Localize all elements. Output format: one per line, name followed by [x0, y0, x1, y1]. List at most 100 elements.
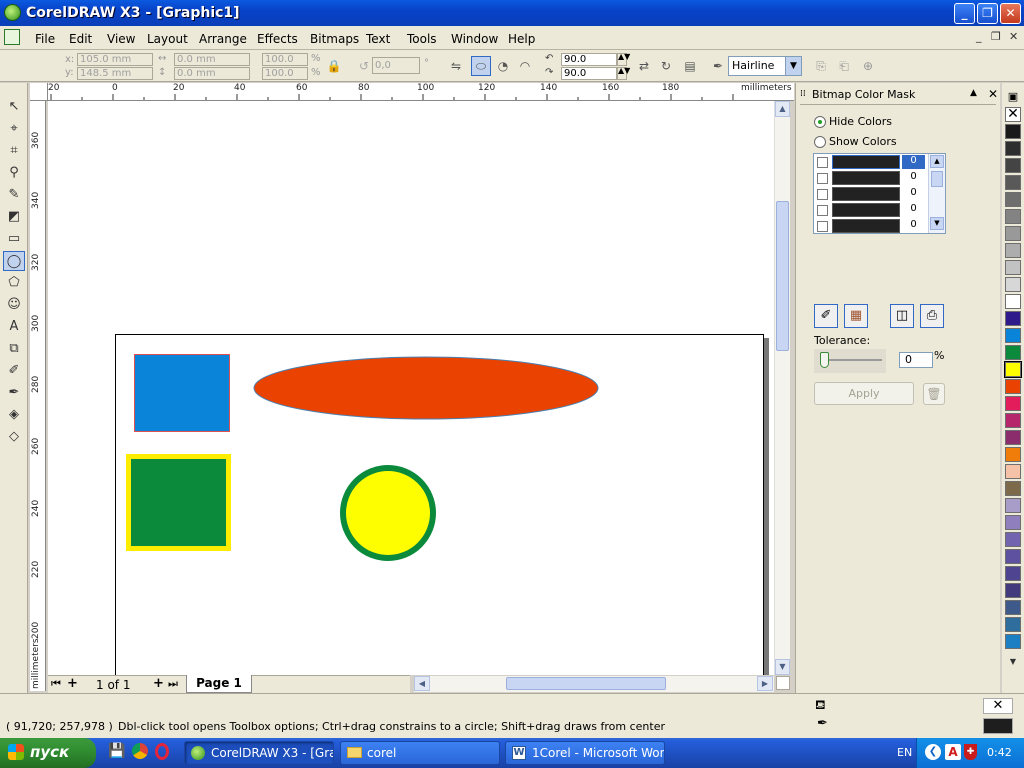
no-fill-indicator[interactable]: ✕: [983, 698, 1013, 714]
yellow-circle[interactable]: [338, 463, 438, 563]
tolerance-input[interactable]: 0: [899, 352, 933, 368]
end-angle-spinner[interactable]: ▲▼: [617, 67, 630, 80]
tolerance-slider[interactable]: [814, 349, 886, 373]
pie-mode-icon[interactable]: ◔: [493, 56, 513, 76]
palette-swatch[interactable]: [1005, 430, 1021, 445]
close-button[interactable]: ✕: [1000, 3, 1021, 24]
chrome-icon[interactable]: [132, 743, 148, 759]
palette-swatch[interactable]: [1005, 379, 1021, 394]
polygon-tool-icon[interactable]: ⬠: [3, 273, 25, 293]
menu-edit[interactable]: Edit: [69, 32, 92, 46]
task-folder-corel[interactable]: corel: [340, 741, 500, 765]
list-scroll-thumb[interactable]: [931, 171, 943, 187]
palette-swatch[interactable]: [1005, 617, 1021, 632]
palette-swatch[interactable]: [1005, 498, 1021, 513]
mask-tolerance[interactable]: 0: [902, 155, 925, 169]
chevron-down-icon[interactable]: ▼: [785, 57, 801, 75]
mirror-icon[interactable]: ⇋: [446, 56, 466, 76]
doc-close-button[interactable]: ✕: [1009, 30, 1018, 43]
menu-tools[interactable]: Tools: [407, 32, 437, 46]
zoom-corner-button[interactable]: [776, 676, 790, 690]
combine-icon[interactable]: ⎗: [834, 56, 854, 76]
palette-swatch[interactable]: [1005, 124, 1021, 139]
palette-swatch[interactable]: [1005, 583, 1021, 598]
convert-icon[interactable]: ⎘: [811, 56, 831, 76]
palette-menu-icon[interactable]: ▣: [1005, 89, 1021, 105]
apply-button[interactable]: Apply: [814, 382, 914, 405]
y-position-field[interactable]: 148.5 mm: [77, 67, 153, 80]
add-page-before-icon[interactable]: +: [67, 676, 78, 691]
mask-color-swatch[interactable]: [832, 171, 900, 185]
outline-color-indicator[interactable]: [983, 718, 1013, 734]
palette-swatch[interactable]: [1005, 243, 1021, 258]
mask-checkbox[interactable]: [817, 157, 828, 168]
vertical-ruler[interactable]: 360 340 320 300 280 260 240 220 200 mill…: [30, 101, 46, 691]
mask-checkbox[interactable]: [817, 173, 828, 184]
text-wrap-icon[interactable]: ▤: [680, 56, 700, 76]
lock-ratio-icon[interactable]: 🔒: [324, 56, 344, 76]
save-mask-icon[interactable]: ⎙: [920, 304, 944, 328]
height-field[interactable]: 0.0 mm: [174, 67, 250, 80]
scale-x-field[interactable]: 100.0: [262, 53, 308, 66]
mask-color-swatch[interactable]: [832, 187, 900, 201]
color-picker-icon[interactable]: ✐: [814, 304, 838, 328]
palette-swatch[interactable]: [1005, 328, 1021, 343]
shield-icon[interactable]: ✚: [964, 744, 977, 760]
palette-swatch[interactable]: [1005, 515, 1021, 530]
maximize-button[interactable]: ❐: [977, 3, 998, 24]
outline-width-select[interactable]: Hairline ▼: [728, 56, 802, 76]
outline-tool-icon[interactable]: ✒: [3, 383, 25, 403]
docker-collapse-icon[interactable]: ▲: [970, 88, 977, 98]
palette-swatch[interactable]: [1005, 413, 1021, 428]
scroll-right-icon[interactable]: ▶: [757, 676, 773, 691]
scale-y-field[interactable]: 100.0: [262, 67, 308, 80]
edit-color-icon[interactable]: ▦: [844, 304, 868, 328]
add-page-after-icon[interactable]: +: [153, 676, 164, 691]
rotation-field[interactable]: 0,0: [372, 57, 420, 74]
wrap-icon[interactable]: ↻: [656, 56, 676, 76]
list-scroll-up-icon[interactable]: ▲: [930, 155, 944, 168]
palette-swatch[interactable]: [1005, 277, 1021, 292]
list-scroll-down-icon[interactable]: ▼: [930, 217, 944, 230]
green-rectangle[interactable]: [126, 454, 231, 551]
shape-tool-icon[interactable]: ⌖: [3, 119, 25, 139]
minimize-button[interactable]: _: [954, 3, 975, 24]
rectangle-tool-icon[interactable]: ▭: [3, 229, 25, 249]
menu-arrange[interactable]: Arrange: [199, 32, 247, 46]
mask-tolerance[interactable]: 0: [902, 187, 925, 201]
doc-minimize-button[interactable]: _: [976, 30, 982, 43]
language-indicator[interactable]: EN: [897, 746, 912, 759]
palette-swatch[interactable]: [1005, 158, 1021, 173]
palette-swatch[interactable]: [1005, 634, 1021, 649]
hide-colors-radio[interactable]: [814, 115, 826, 128]
eyedropper-tool-icon[interactable]: ✐: [3, 361, 25, 381]
menu-layout[interactable]: Layout: [147, 32, 188, 46]
task-word[interactable]: W 1Corel - Microsoft Word: [505, 741, 665, 765]
list-item[interactable]: 0: [814, 187, 927, 202]
mask-color-swatch[interactable]: [832, 203, 900, 217]
docker-close-icon[interactable]: ✕: [988, 87, 998, 101]
mask-checkbox[interactable]: [817, 221, 828, 232]
zoom-tool-icon[interactable]: ⚲: [3, 163, 25, 183]
palette-scroll-down-icon[interactable]: ▼: [1005, 655, 1021, 669]
mask-tolerance[interactable]: 0: [902, 219, 925, 233]
menu-window[interactable]: Window: [451, 32, 498, 46]
x-position-field[interactable]: 105.0 mm: [77, 53, 153, 66]
text-tool-icon[interactable]: A: [3, 317, 25, 337]
mask-checkbox[interactable]: [817, 205, 828, 216]
palette-swatch[interactable]: [1005, 464, 1021, 479]
menu-view[interactable]: View: [107, 32, 135, 46]
slider-thumb[interactable]: [820, 352, 829, 368]
antivirus-icon[interactable]: A: [945, 744, 961, 760]
ruler-origin[interactable]: [30, 83, 48, 101]
palette-swatch[interactable]: [1005, 532, 1021, 547]
mask-tolerance[interactable]: 0: [902, 171, 925, 185]
palette-swatch[interactable]: [1005, 396, 1021, 411]
open-mask-icon[interactable]: ◫: [890, 304, 914, 328]
vertical-scrollbar[interactable]: ▲ ▼: [774, 101, 790, 675]
drawing-canvas[interactable]: [48, 101, 774, 675]
width-field[interactable]: 0.0 mm: [174, 53, 250, 66]
opera-icon[interactable]: [155, 743, 169, 760]
ellipse-tool-icon[interactable]: ◯: [3, 251, 25, 271]
mask-tolerance[interactable]: 0: [902, 203, 925, 217]
